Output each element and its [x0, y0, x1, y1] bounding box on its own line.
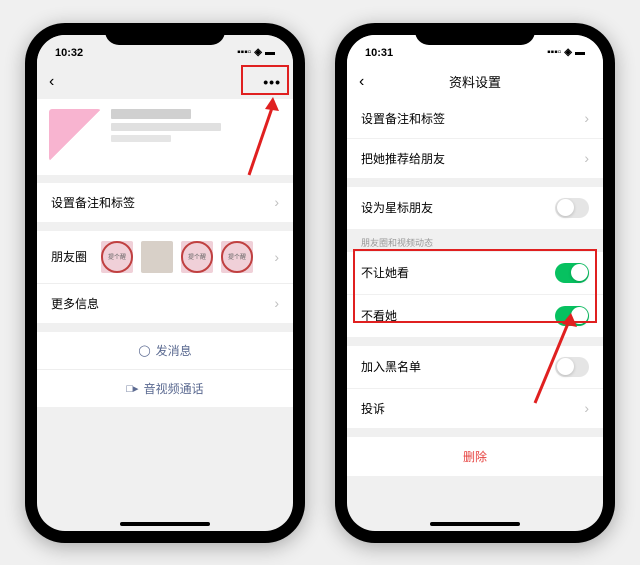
row-block-her-view[interactable]: 不让她看: [347, 252, 603, 295]
moments-thumb: 提个醒: [181, 241, 213, 273]
back-icon[interactable]: ‹: [49, 73, 54, 91]
row-label: 加入黑名单: [361, 358, 421, 375]
chevron-right-icon: ›: [584, 110, 589, 126]
chat-icon: ◯: [138, 344, 150, 357]
home-indicator[interactable]: [430, 522, 520, 526]
signal-icon: ▪▪▪▫: [547, 47, 561, 58]
screen-left: 10:32 ▪▪▪▫ ◈ ▬ ‹ ••• 设置备注: [37, 35, 293, 531]
battery-icon: ▬: [575, 47, 585, 58]
row-label: 朋友圈: [51, 248, 87, 265]
status-time: 10:32: [55, 47, 83, 59]
section-blacklist: 加入黑名单 投诉 ›: [347, 346, 603, 429]
status-time: 10:31: [365, 47, 393, 59]
notch: [105, 23, 225, 45]
row-label: 投诉: [361, 400, 385, 417]
status-indicators: ▪▪▪▫ ◈ ▬: [547, 47, 585, 58]
profile-header: [37, 99, 293, 175]
phone-right: 10:31 ▪▪▪▫ ◈ ▬ ‹ 资料设置 设置备注和标签 › 把她推荐给朋友 …: [335, 23, 615, 543]
action-label: 发消息: [156, 342, 192, 359]
chevron-right-icon: ›: [274, 194, 279, 210]
notch: [415, 23, 535, 45]
row-dont-see-her[interactable]: 不看她: [347, 295, 603, 338]
row-label: 不看她: [361, 307, 397, 324]
wifi-icon: ◈: [564, 47, 572, 58]
row-label: 把她推荐给朋友: [361, 150, 445, 167]
row-star-friend[interactable]: 设为星标朋友: [347, 187, 603, 230]
profile-name-blurred: [111, 109, 191, 119]
moments-thumb: [141, 241, 173, 273]
phone-left: 10:32 ▪▪▪▫ ◈ ▬ ‹ ••• 设置备注: [25, 23, 305, 543]
battery-icon: ▬: [265, 47, 275, 58]
wifi-icon: ◈: [254, 47, 262, 58]
action-label: 音视频通话: [144, 380, 204, 397]
nav-bar: ‹ •••: [37, 65, 293, 99]
signal-icon: ▪▪▪▫: [237, 47, 251, 58]
chevron-right-icon: ›: [584, 150, 589, 166]
row-label: 更多信息: [51, 295, 99, 312]
row-more-info[interactable]: 更多信息 ›: [37, 284, 293, 324]
row-blacklist[interactable]: 加入黑名单: [347, 346, 603, 389]
toggle-dont-see-her[interactable]: [555, 306, 589, 326]
more-icon[interactable]: •••: [263, 74, 281, 90]
section-star: 设为星标朋友: [347, 187, 603, 230]
row-moments[interactable]: 朋友圈 提个醒 提个醒 提个醒 ›: [37, 231, 293, 284]
row-label: 设置备注和标签: [51, 194, 135, 211]
moments-thumb: 提个醒: [101, 241, 133, 273]
home-indicator[interactable]: [120, 522, 210, 526]
profile-id-blurred: [111, 123, 221, 131]
section-top: 设置备注和标签 › 把她推荐给朋友 ›: [347, 99, 603, 179]
status-indicators: ▪▪▪▫ ◈ ▬: [237, 47, 275, 58]
page-title: 资料设置: [449, 72, 501, 91]
section-moments: 朋友圈 提个醒 提个醒 提个醒 › 更多信息 ›: [37, 231, 293, 324]
toggle-block-her-view[interactable]: [555, 263, 589, 283]
video-icon: □▸: [126, 382, 138, 395]
section-actions: ◯ 发消息 □▸ 音视频通话: [37, 332, 293, 407]
moments-thumb: 提个醒: [221, 241, 253, 273]
delete-button[interactable]: 删除: [347, 437, 603, 476]
row-label: 设为星标朋友: [361, 199, 433, 216]
row-set-remark[interactable]: 设置备注和标签 ›: [347, 99, 603, 139]
profile-text: [111, 109, 281, 161]
delete-label: 删除: [463, 450, 487, 464]
avatar[interactable]: [49, 109, 101, 161]
toggle-star-friend[interactable]: [555, 198, 589, 218]
section-remark: 设置备注和标签 ›: [37, 183, 293, 223]
row-label: 不让她看: [361, 264, 409, 281]
video-call-button[interactable]: □▸ 音视频通话: [37, 370, 293, 407]
profile-region-blurred: [111, 135, 171, 142]
back-icon[interactable]: ‹: [359, 73, 364, 91]
section-hint: 朋友圈和视频动态: [347, 230, 603, 252]
chevron-right-icon: ›: [274, 295, 279, 311]
chevron-right-icon: ›: [274, 249, 279, 265]
row-recommend[interactable]: 把她推荐给朋友 ›: [347, 139, 603, 179]
screen-right: 10:31 ▪▪▪▫ ◈ ▬ ‹ 资料设置 设置备注和标签 › 把她推荐给朋友 …: [347, 35, 603, 531]
send-message-button[interactable]: ◯ 发消息: [37, 332, 293, 370]
row-set-remark[interactable]: 设置备注和标签 ›: [37, 183, 293, 223]
chevron-right-icon: ›: [584, 400, 589, 416]
toggle-blacklist[interactable]: [555, 357, 589, 377]
nav-bar: ‹ 资料设置: [347, 65, 603, 99]
section-privacy: 不让她看 不看她: [347, 252, 603, 338]
row-complain[interactable]: 投诉 ›: [347, 389, 603, 429]
row-label: 设置备注和标签: [361, 110, 445, 127]
